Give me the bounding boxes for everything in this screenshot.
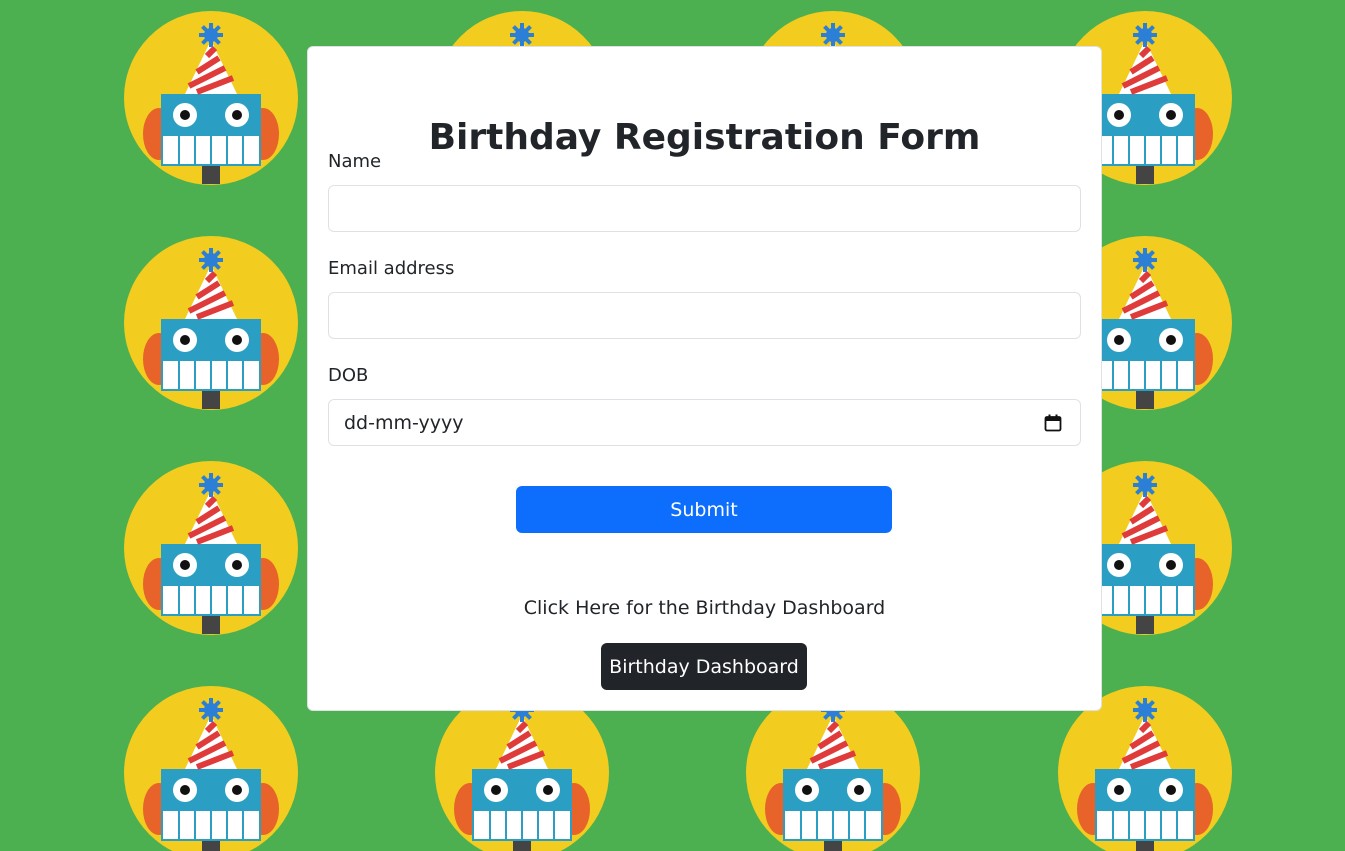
name-input[interactable] (328, 185, 1081, 232)
calendar-icon[interactable] (1044, 414, 1062, 432)
page-title: Birthday Registration Form (428, 117, 981, 158)
dashboard-prompt: Click Here for the Birthday Dashboard (523, 597, 886, 619)
dob-value: dd-mm-yyyy (344, 412, 464, 434)
email-label: Email address (328, 258, 455, 279)
birthday-dashboard-button[interactable]: Birthday Dashboard (601, 643, 807, 690)
registration-card: Birthday Registration Form Name Email ad… (307, 46, 1102, 711)
email-input[interactable] (328, 292, 1081, 339)
submit-button[interactable]: Submit (516, 486, 892, 533)
dob-input[interactable]: dd-mm-yyyy (328, 399, 1081, 446)
dob-label: DOB (328, 365, 369, 386)
name-label: Name (328, 151, 382, 172)
